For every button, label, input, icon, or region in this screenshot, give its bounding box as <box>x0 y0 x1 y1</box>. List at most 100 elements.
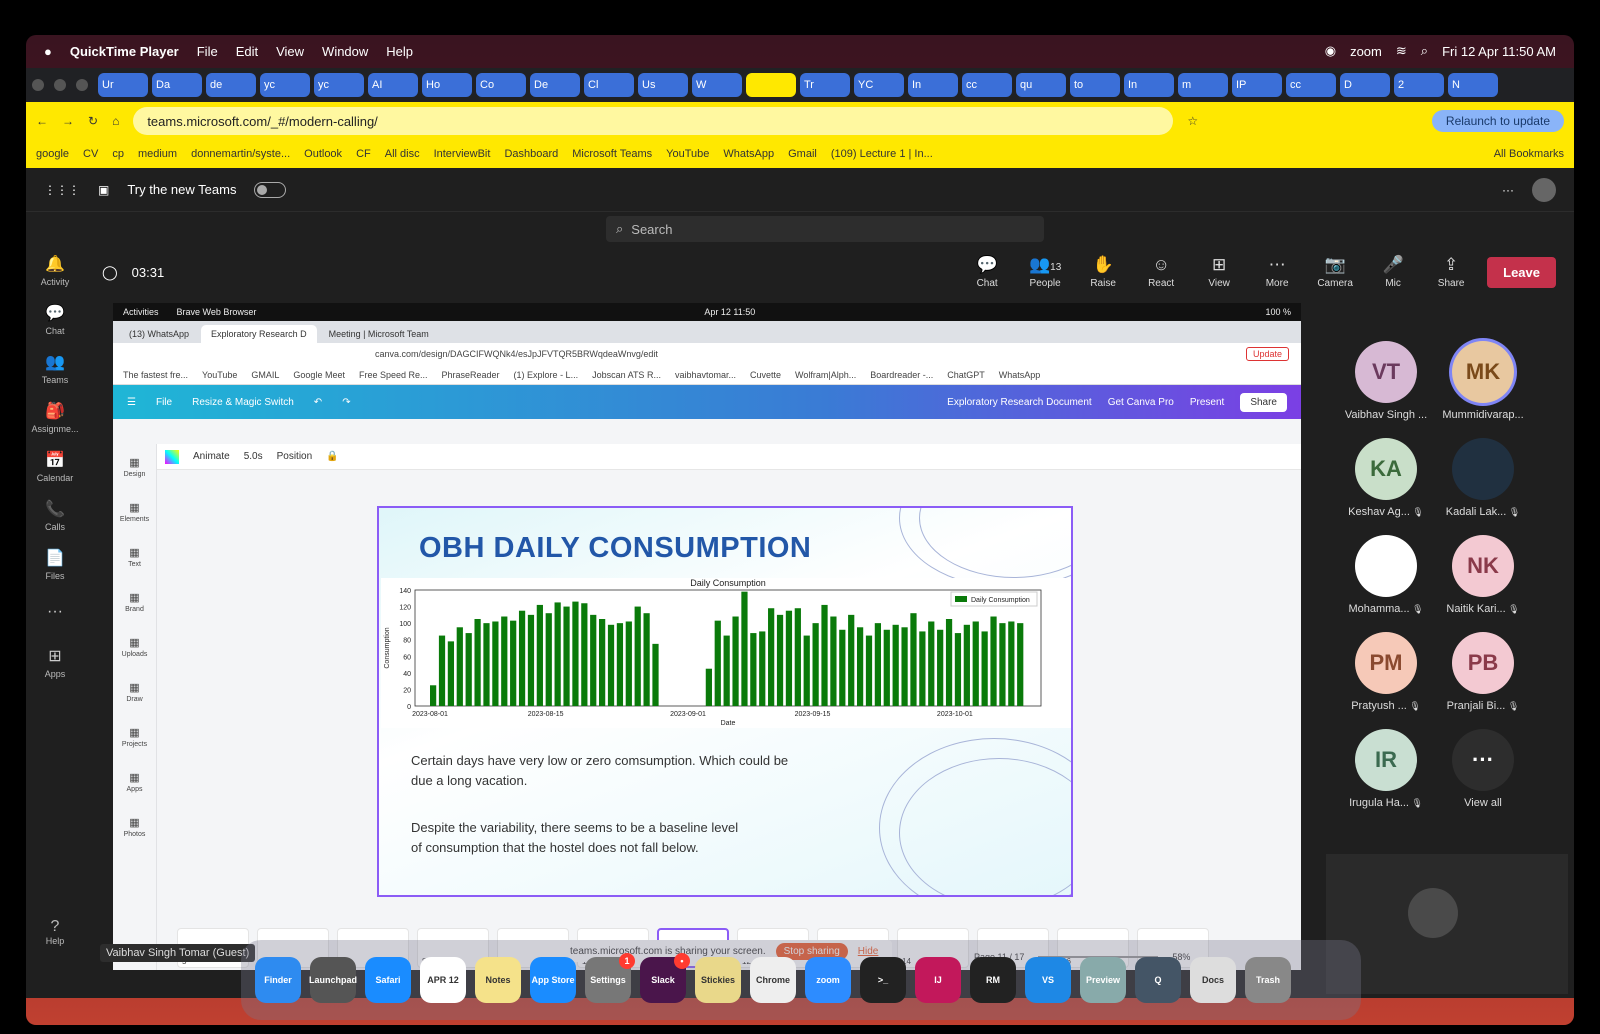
browser-tab[interactable]: yc <box>314 73 364 97</box>
bookmark-item[interactable]: CV <box>83 148 98 160</box>
menu-window[interactable]: Window <box>322 44 368 59</box>
menu-edit[interactable]: Edit <box>236 44 258 59</box>
zoom-menubar[interactable]: zoom <box>1350 44 1382 59</box>
bookmark-item[interactable]: WhatsApp <box>723 148 774 160</box>
home-icon[interactable]: ⌂ <box>112 114 119 128</box>
browser-tab[interactable]: to <box>1070 73 1120 97</box>
reload-icon[interactable]: ↻ <box>88 114 98 128</box>
dock-docs[interactable]: Docs <box>1190 957 1236 1003</box>
bookmark-item[interactable]: cp <box>112 148 124 160</box>
more-options-icon[interactable]: ··· <box>1502 183 1514 197</box>
window-max-button[interactable] <box>76 79 88 91</box>
window-min-button[interactable] <box>54 79 66 91</box>
app-launcher-icon[interactable]: ⋮⋮⋮ <box>44 183 80 197</box>
control-view[interactable]: ⊞ View <box>1197 255 1241 289</box>
leave-button[interactable]: Leave <box>1487 256 1556 288</box>
bookmark-item[interactable]: Outlook <box>304 148 342 160</box>
dock-preview[interactable]: Preview <box>1080 957 1126 1003</box>
rail-item-calls[interactable]: 📞 Calls <box>26 491 84 540</box>
menubar-app-name[interactable]: QuickTime Player <box>70 44 179 59</box>
browser-tab[interactable]: qu <box>1016 73 1066 97</box>
rail-item-teams[interactable]: 👥 Teams <box>26 344 84 393</box>
datetime[interactable]: Fri 12 Apr 11:50 AM <box>1442 44 1556 59</box>
dock-appstore[interactable]: App Store <box>530 957 576 1003</box>
browser-tab[interactable]: IP <box>1232 73 1282 97</box>
bookmark-item[interactable]: Microsoft Teams <box>572 148 652 160</box>
apple-icon[interactable]: ● <box>44 44 52 59</box>
dock-chrome[interactable]: Chrome <box>750 957 796 1003</box>
star-icon[interactable]: ☆ <box>1187 114 1198 128</box>
browser-tab[interactable]: De <box>530 73 580 97</box>
dock-rm[interactable]: RM <box>970 957 1016 1003</box>
dock-q[interactable]: Q <box>1135 957 1181 1003</box>
browser-tab[interactable] <box>746 73 796 97</box>
control-react[interactable]: ☺ React <box>1139 255 1183 289</box>
browser-tab[interactable]: de <box>206 73 256 97</box>
browser-tab[interactable]: Tr <box>800 73 850 97</box>
help-button[interactable]: ? Help <box>26 918 84 946</box>
bookmark-item[interactable]: YouTube <box>666 148 709 160</box>
bookmark-item[interactable]: CF <box>356 148 371 160</box>
window-close-button[interactable] <box>32 79 44 91</box>
control-more[interactable]: ⋯ More <box>1255 255 1299 289</box>
bookmark-item[interactable]: medium <box>138 148 177 160</box>
relaunch-button[interactable]: Relaunch to update <box>1431 110 1564 132</box>
bookmark-item[interactable]: Dashboard <box>504 148 558 160</box>
bookmark-item[interactable]: All disc <box>385 148 420 160</box>
bookmark-item[interactable]: InterviewBit <box>434 148 491 160</box>
dock-slack[interactable]: Slack • <box>640 953 690 1003</box>
rail-item-calendar[interactable]: 📅 Calendar <box>26 442 84 491</box>
browser-tab[interactable]: Co <box>476 73 526 97</box>
dock-[interactable]: >_ <box>860 957 906 1003</box>
browser-tab[interactable]: W <box>692 73 742 97</box>
control-people[interactable]: 👥13 People <box>1023 255 1067 289</box>
bookmark-item[interactable]: google <box>36 148 69 160</box>
browser-tab[interactable]: D <box>1340 73 1390 97</box>
browser-tab[interactable]: cc <box>962 73 1012 97</box>
dock-apr12[interactable]: APR 12 <box>420 957 466 1003</box>
bookmark-item[interactable]: Gmail <box>788 148 817 160</box>
rail-item-more[interactable]: ··· <box>26 589 84 638</box>
browser-tab[interactable]: yc <box>260 73 310 97</box>
browser-tab[interactable]: AI <box>368 73 418 97</box>
browser-tab[interactable]: 2 <box>1394 73 1444 97</box>
search-icon[interactable]: ⌕ <box>1421 43 1428 59</box>
bookmark-item[interactable]: donnemartin/syste... <box>191 148 290 160</box>
control-chat[interactable]: 💬 Chat <box>965 255 1009 289</box>
search-input[interactable]: ⌕ Search <box>606 216 1044 242</box>
menu-help[interactable]: Help <box>386 44 413 59</box>
browser-tab[interactable]: N <box>1448 73 1498 97</box>
all-bookmarks[interactable]: All Bookmarks <box>1494 148 1564 160</box>
browser-tab[interactable]: Da <box>152 73 202 97</box>
menu-file[interactable]: File <box>197 44 218 59</box>
rail-item-apps[interactable]: ⊞ Apps <box>26 638 84 687</box>
url-field[interactable]: teams.microsoft.com/_#/modern-calling/ <box>133 107 1174 135</box>
browser-tab[interactable]: Ur <box>98 73 148 97</box>
browser-tab[interactable]: cc <box>1286 73 1336 97</box>
dock-notes[interactable]: Notes <box>475 957 521 1003</box>
browser-tab[interactable]: Us <box>638 73 688 97</box>
menu-view[interactable]: View <box>276 44 304 59</box>
dock-vs[interactable]: VS <box>1025 957 1071 1003</box>
record-icon[interactable]: ◉ <box>1325 43 1336 59</box>
dock-ij[interactable]: IJ <box>915 957 961 1003</box>
rail-item-chat[interactable]: 💬 Chat <box>26 295 84 344</box>
browser-tab[interactable]: YC <box>854 73 904 97</box>
control-camera[interactable]: 📷 Camera <box>1313 255 1357 289</box>
dock-finder[interactable]: Finder <box>255 957 301 1003</box>
dock-safari[interactable]: Safari <box>365 957 411 1003</box>
dock-stickies[interactable]: Stickies <box>695 957 741 1003</box>
dock-launchpad[interactable]: Launchpad <box>309 957 357 1003</box>
browser-tab[interactable]: m <box>1178 73 1228 97</box>
control-share[interactable]: ⇪ Share <box>1429 255 1473 289</box>
try-new-teams-toggle[interactable] <box>254 181 287 198</box>
browser-tab[interactable]: Cl <box>584 73 634 97</box>
rail-item-files[interactable]: 📄 Files <box>26 540 84 589</box>
avatar[interactable] <box>1532 177 1556 202</box>
bookmark-item[interactable]: (109) Lecture 1 | In... <box>831 148 933 160</box>
dock-settings[interactable]: Settings 1 <box>585 953 635 1003</box>
control-mic[interactable]: 🎤 Mic <box>1371 255 1415 289</box>
browser-tab[interactable]: In <box>908 73 958 97</box>
wifi-icon[interactable]: ≋ <box>1396 43 1407 59</box>
rail-item-activity[interactable]: 🔔 Activity <box>26 246 84 295</box>
